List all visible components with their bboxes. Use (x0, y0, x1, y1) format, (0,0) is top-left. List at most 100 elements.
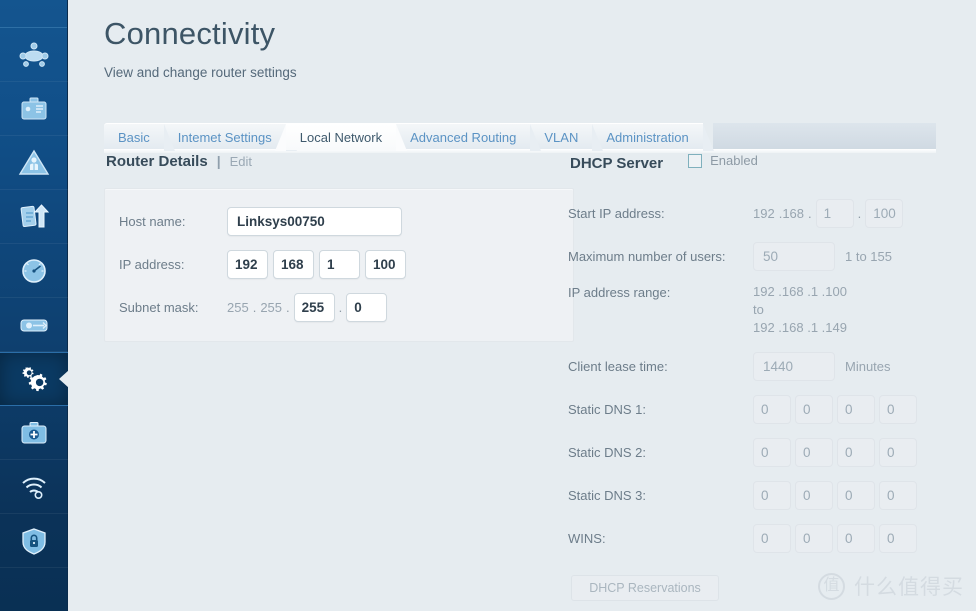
ip-range-label: IP address range: (568, 285, 671, 300)
host-name-label: Host name: (119, 213, 186, 229)
sidebar-item-external-storage[interactable] (0, 298, 68, 352)
tab-label: Administration (606, 129, 689, 145)
sidebar-item-connectivity[interactable] (0, 352, 68, 406)
sidebar-item-speed-test[interactable] (0, 244, 68, 298)
subnet-dot-2: . (286, 299, 290, 315)
ip-octet-1-input[interactable]: 192 (227, 249, 268, 279)
wins-octet-1-input[interactable]: 0 (753, 523, 791, 553)
sidebar-item-parental-controls[interactable] (0, 136, 68, 190)
subnet-octet-3-input[interactable]: 255 (293, 292, 335, 322)
lease-time-unit: Minutes (845, 358, 891, 374)
ip-range-to: 192 .168 .1 .149 (753, 320, 847, 335)
sidebar (0, 0, 68, 611)
start-ip-static-2: .168 (778, 205, 805, 221)
page-title: Connectivity (104, 16, 276, 51)
static-dns-1-label: Static DNS 1: (568, 401, 647, 417)
start-ip-row: Start IP address: 192 .168 . 1 . 100 (568, 197, 976, 229)
tab-bar: Basic Intemet Settings Local Network Adv… (104, 123, 936, 151)
sidebar-top-spacer (0, 0, 67, 28)
static-dns-3-octet-2-input[interactable]: 0 (795, 480, 833, 510)
connectivity-gears-icon (17, 362, 51, 396)
lease-time-label: Client lease time: (568, 358, 668, 374)
static-dns-1-octet-2-input[interactable]: 0 (795, 394, 833, 424)
router-details-panel: Host name: Linksys00750 IP address: 192 … (104, 188, 574, 342)
sidebar-item-wireless[interactable] (0, 460, 68, 514)
static-dns-2-octet-1-input[interactable]: 0 (753, 437, 791, 467)
host-name-row: Host name: Linksys00750 (119, 205, 559, 237)
subnet-octet-4-input[interactable]: 0 (346, 292, 388, 322)
subnet-mask-row: Subnet mask: 255 . 255 . 255 . 0 (119, 291, 559, 323)
start-ip-octet-4-input[interactable]: 100 (865, 198, 904, 228)
static-dns-3-octet-3-input[interactable]: 0 (837, 480, 875, 510)
ip-octet-4-input[interactable]: 100 (365, 249, 406, 279)
start-ip-static-1: 192 (753, 205, 775, 221)
wireless-icon (17, 470, 51, 504)
ip-range-row: IP address range: 192 .168 .1 .100 to 19… (568, 283, 976, 339)
max-users-input[interactable]: 50 (753, 241, 835, 271)
tab-administration[interactable]: Administration (592, 123, 715, 151)
external-storage-icon (17, 308, 51, 342)
router-details-section: Router Details | Edit Host name: Linksys… (104, 153, 574, 342)
ip-octet-2-input[interactable]: 168 (273, 249, 314, 279)
wins-octet-2-input[interactable]: 0 (795, 523, 833, 553)
tab-local-network[interactable]: Local Network (274, 123, 408, 151)
parental-controls-icon (17, 146, 51, 180)
static-dns-1-octet-4-input[interactable]: 0 (879, 394, 917, 424)
tab-internet-settings[interactable]: Intemet Settings (163, 123, 297, 151)
tab-label: Intemet Settings (177, 129, 272, 145)
ip-octet-3-input[interactable]: 1 (319, 249, 360, 279)
wins-row: WINS: 0 0 0 0 (568, 522, 976, 554)
tab-label: VLAN (544, 129, 579, 145)
dhcp-server-title: DHCP Server (570, 154, 664, 172)
lease-time-row: Client lease time: 1440 Minutes (568, 350, 976, 382)
lease-time-input[interactable]: 1440 (753, 351, 835, 381)
wins-octet-3-input[interactable]: 0 (837, 523, 875, 553)
settings-content: Router Details | Edit Host name: Linksys… (68, 153, 976, 611)
static-dns-2-octet-3-input[interactable]: 0 (837, 437, 875, 467)
host-name-input[interactable]: Linksys00750 (227, 206, 402, 236)
static-dns-3-octet-4-input[interactable]: 0 (879, 480, 917, 510)
dhcp-enabled-checkbox[interactable] (688, 153, 703, 168)
subnet-dot-1: . (252, 299, 257, 315)
sidebar-item-troubleshooting[interactable] (0, 406, 68, 460)
static-dns-2-octet-2-input[interactable]: 0 (795, 437, 833, 467)
ip-address-row: IP address: 192 168 1 100 (119, 248, 559, 280)
tab-label: Advanced Routing (410, 129, 517, 145)
wins-octet-4-input[interactable]: 0 (879, 523, 917, 553)
static-dns-2-octet-4-input[interactable]: 0 (879, 437, 917, 467)
sidebar-item-guest-access[interactable] (0, 82, 68, 136)
page-subtitle: View and change router settings (104, 65, 297, 80)
guest-access-icon (17, 92, 51, 126)
static-dns-3-row: Static DNS 3: 0 0 0 0 (568, 479, 976, 511)
ip-range-values: 192 .168 .1 .100 to 192 .168 .1 .149 (753, 283, 847, 337)
router-details-edit-link[interactable]: Edit (230, 154, 252, 169)
router-details-title: Router Details (106, 153, 208, 170)
dhcp-fields: Start IP address: 192 .168 . 1 . 100 Max… (568, 197, 976, 601)
network-map-icon (17, 38, 51, 72)
static-dns-2-row: Static DNS 2: 0 0 0 0 (568, 436, 976, 468)
ip-address-label: IP address: (119, 256, 185, 272)
tab-advanced-routing[interactable]: Advanced Routing (396, 123, 542, 151)
tab-basic[interactable]: Basic (104, 123, 175, 151)
troubleshooting-icon (17, 416, 51, 450)
start-ip-label: Start IP address: (568, 205, 665, 221)
speed-test-icon (17, 254, 51, 288)
static-dns-1-row: Static DNS 1: 0 0 0 0 (568, 393, 976, 425)
dhcp-reservations-button[interactable]: DHCP Reservations (571, 575, 719, 601)
dhcp-enabled-control[interactable]: Enabled (688, 153, 758, 168)
tab-label: Basic (118, 129, 150, 145)
start-ip-octet-3-input[interactable]: 1 (815, 198, 854, 228)
router-details-header: Router Details | Edit (104, 153, 574, 183)
ip-range-from: 192 .168 .1 .100 (753, 284, 847, 299)
tab-label: Local Network (299, 129, 383, 145)
static-dns-3-octet-1-input[interactable]: 0 (753, 480, 791, 510)
router-details-divider: | (216, 153, 221, 169)
sidebar-item-security[interactable] (0, 514, 68, 568)
static-dns-1-octet-3-input[interactable]: 0 (837, 394, 875, 424)
reservations-row: DHCP Reservations (568, 565, 976, 601)
dhcp-enabled-label: Enabled (710, 153, 758, 168)
static-dns-2-label: Static DNS 2: (568, 444, 647, 460)
static-dns-1-octet-1-input[interactable]: 0 (753, 394, 791, 424)
sidebar-item-network-map[interactable] (0, 28, 68, 82)
sidebar-item-media-prioritization[interactable] (0, 190, 68, 244)
